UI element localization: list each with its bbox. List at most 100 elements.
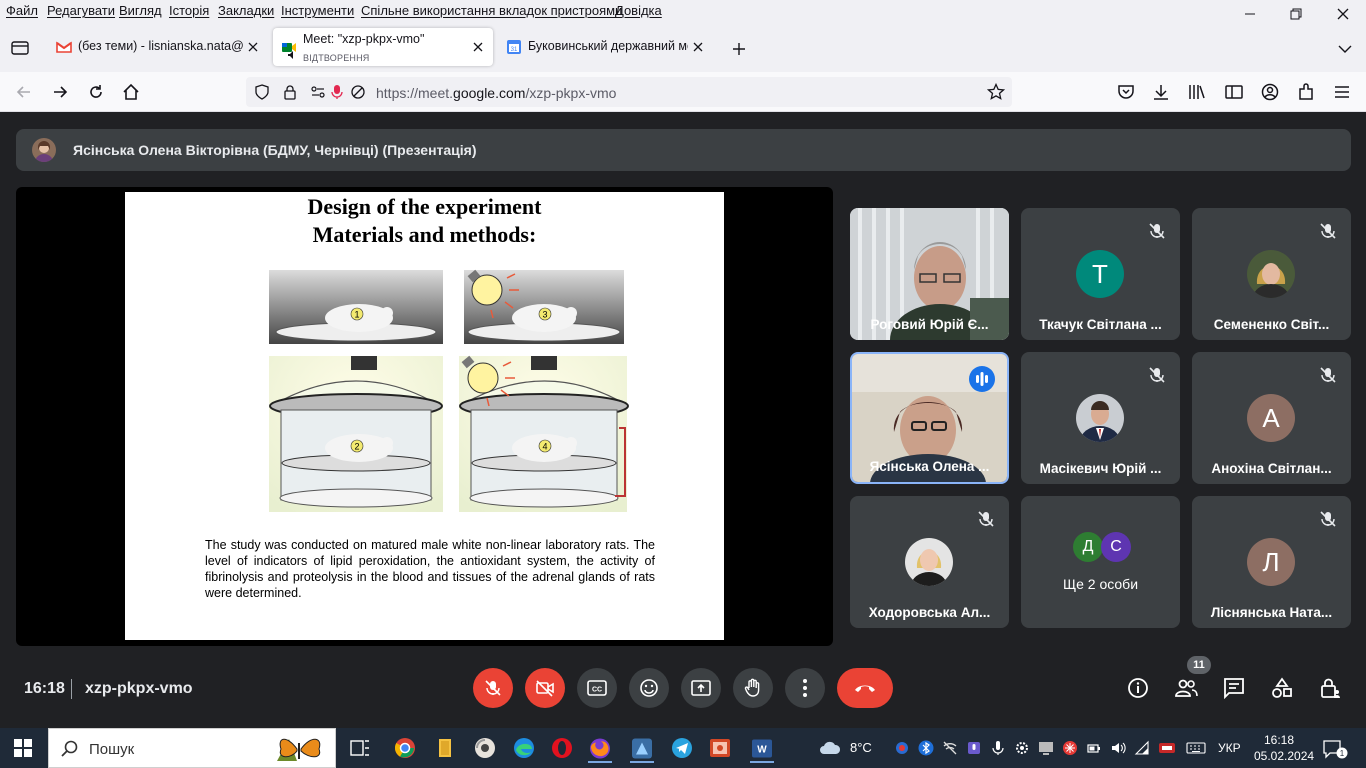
antivirus-icon[interactable] — [1062, 740, 1078, 756]
powerpoint-icon[interactable] — [708, 736, 732, 760]
close-tab-icon[interactable] — [471, 40, 485, 54]
wifi-icon[interactable] — [1134, 740, 1150, 756]
menu-help[interactable]: Довідка — [615, 3, 662, 18]
word-icon[interactable]: W — [750, 736, 774, 763]
home-icon[interactable] — [121, 82, 141, 102]
participant-tile[interactable]: Масікевич Юрій ... — [1021, 352, 1180, 484]
camera-toggle-button[interactable] — [525, 668, 565, 708]
firefox-icon[interactable] — [588, 736, 612, 763]
back-icon[interactable] — [14, 82, 34, 102]
cloud-weather-icon[interactable] — [818, 740, 842, 756]
menu-view[interactable]: Вигляд — [119, 3, 162, 18]
tab-university[interactable]: 31 Буковинський державний мед — [498, 28, 713, 66]
participant-tile-others[interactable]: Д С Ще 2 особи — [1021, 496, 1180, 628]
file-explorer-icon[interactable] — [433, 736, 457, 760]
forward-icon[interactable] — [50, 82, 70, 102]
close-tab-icon[interactable] — [246, 40, 260, 54]
leave-call-button[interactable] — [837, 668, 893, 708]
windows-start-icon[interactable] — [14, 739, 32, 757]
tab-gmail[interactable]: (без теми) - lisnianska.nata@bs — [48, 28, 268, 66]
input-language[interactable]: УКР — [1218, 741, 1241, 755]
lock-icon[interactable] — [282, 84, 298, 100]
tab-title: Meet: "xzp-pkpx-vmo" — [303, 32, 425, 46]
microphone-icon[interactable] — [990, 740, 1006, 756]
network-off-icon[interactable] — [942, 740, 958, 756]
menu-edit[interactable]: Редагувати — [47, 3, 115, 18]
more-vertical-icon — [803, 679, 807, 697]
pocket-icon[interactable] — [1116, 82, 1136, 102]
menu-bookmarks[interactable]: Закладки — [218, 3, 274, 18]
participant-tile[interactable]: Ходоровська Ал... — [850, 496, 1009, 628]
menu-file[interactable]: Файл — [6, 3, 38, 18]
participant-tile[interactable]: Л Ліснянська Ната... — [1192, 496, 1351, 628]
raise-hand-button[interactable] — [733, 668, 773, 708]
system-clock[interactable]: 16:18 05.02.2024 — [1254, 732, 1314, 764]
settings-tray-icon[interactable] — [1014, 740, 1030, 756]
list-tabs-icon[interactable] — [1338, 44, 1352, 54]
volume-icon[interactable] — [1110, 740, 1126, 756]
participant-name: Ходоровська Ал... — [868, 605, 991, 620]
presenter-name: Ясінська Олена Вікторівна (БДМУ, Чернівц… — [73, 142, 477, 158]
new-tab-icon[interactable] — [732, 42, 746, 56]
presentation-stage[interactable]: Design of the experiment Materials and m… — [16, 187, 833, 646]
participant-tile-speaking[interactable]: Ясінська Олена ... — [850, 352, 1009, 484]
app-icon-running[interactable] — [630, 736, 654, 763]
host-controls-button[interactable] — [1318, 676, 1342, 700]
downloads-icon[interactable] — [1151, 82, 1171, 102]
microphone-tray-icon[interactable] — [966, 740, 982, 756]
keyboard-icon[interactable] — [1186, 740, 1206, 756]
display-icon[interactable] — [1038, 740, 1054, 756]
participant-tile[interactable]: Семененко Світ... — [1192, 208, 1351, 340]
power-icon[interactable] — [1086, 740, 1102, 756]
chat-button[interactable] — [1222, 676, 1246, 700]
bluetooth-icon[interactable] — [918, 740, 934, 756]
bookmark-star-icon[interactable] — [987, 83, 1005, 101]
more-options-button[interactable] — [785, 668, 825, 708]
participant-tile[interactable]: Т Ткачук Світлана ... — [1021, 208, 1180, 340]
slide-title-line2: Materials and methods: — [312, 222, 537, 247]
panel-number-4: 4 — [542, 442, 547, 452]
participant-name: Роговий Юрій Є... — [870, 317, 989, 332]
vpn-icon[interactable] — [1158, 740, 1176, 756]
hamburger-menu-icon[interactable] — [1332, 82, 1352, 102]
edge-icon[interactable] — [512, 736, 536, 760]
menu-tab-sharing[interactable]: Спільне використання вкладок пристроями — [361, 3, 622, 18]
microphone-active-icon[interactable] — [330, 84, 344, 100]
menu-history[interactable]: Історія — [169, 3, 209, 18]
experiment-illustration: 1 3 2 4 — [269, 269, 629, 512]
close-tab-icon[interactable] — [691, 40, 705, 54]
tray-app-icon[interactable] — [894, 740, 910, 756]
shield-icon[interactable] — [254, 84, 270, 100]
opera-icon[interactable] — [550, 736, 574, 760]
extensions-icon[interactable] — [1296, 82, 1316, 102]
sidebar-icon[interactable] — [1224, 82, 1244, 102]
activities-button[interactable] — [1270, 676, 1294, 700]
permissions-icon[interactable] — [310, 84, 326, 100]
people-count-badge: 11 — [1187, 656, 1211, 674]
people-button[interactable] — [1174, 676, 1198, 700]
tab-meet[interactable]: Meet: "xzp-pkpx-vmo" ВІДТВОРЕННЯ — [273, 28, 493, 66]
telegram-icon[interactable] — [670, 736, 694, 760]
participant-tile[interactable]: А Анохіна Світлан... — [1192, 352, 1351, 484]
mic-toggle-button[interactable] — [473, 668, 513, 708]
reload-icon[interactable] — [86, 82, 106, 102]
participant-tile[interactable]: Роговий Юрій Є... — [850, 208, 1009, 340]
emoji-icon — [640, 679, 658, 697]
meeting-details-button[interactable] — [1126, 676, 1150, 700]
captions-button[interactable]: CC — [577, 668, 617, 708]
library-icon[interactable] — [1187, 82, 1207, 102]
chrome-icon[interactable] — [393, 736, 417, 760]
taskbar-search[interactable]: Пошук — [48, 728, 336, 768]
task-view-icon[interactable] — [348, 736, 372, 760]
address-bar[interactable]: https://meet.google.com/xzp-pkpx-vmo — [246, 77, 1012, 107]
camera-blocked-icon[interactable] — [350, 84, 366, 100]
notifications-icon[interactable]: 1 — [1322, 739, 1348, 759]
reactions-button[interactable] — [629, 668, 669, 708]
present-screen-button[interactable] — [681, 668, 721, 708]
firefox-view-icon[interactable] — [11, 41, 29, 55]
menu-tools[interactable]: Інструменти — [281, 3, 354, 18]
weather-temp[interactable]: 8°C — [850, 740, 872, 755]
account-icon[interactable] — [1260, 82, 1280, 102]
meeting-controls: 16:18 xzp-pkpx-vmo CC 11 — [0, 656, 1366, 728]
media-player-icon[interactable] — [473, 736, 497, 760]
